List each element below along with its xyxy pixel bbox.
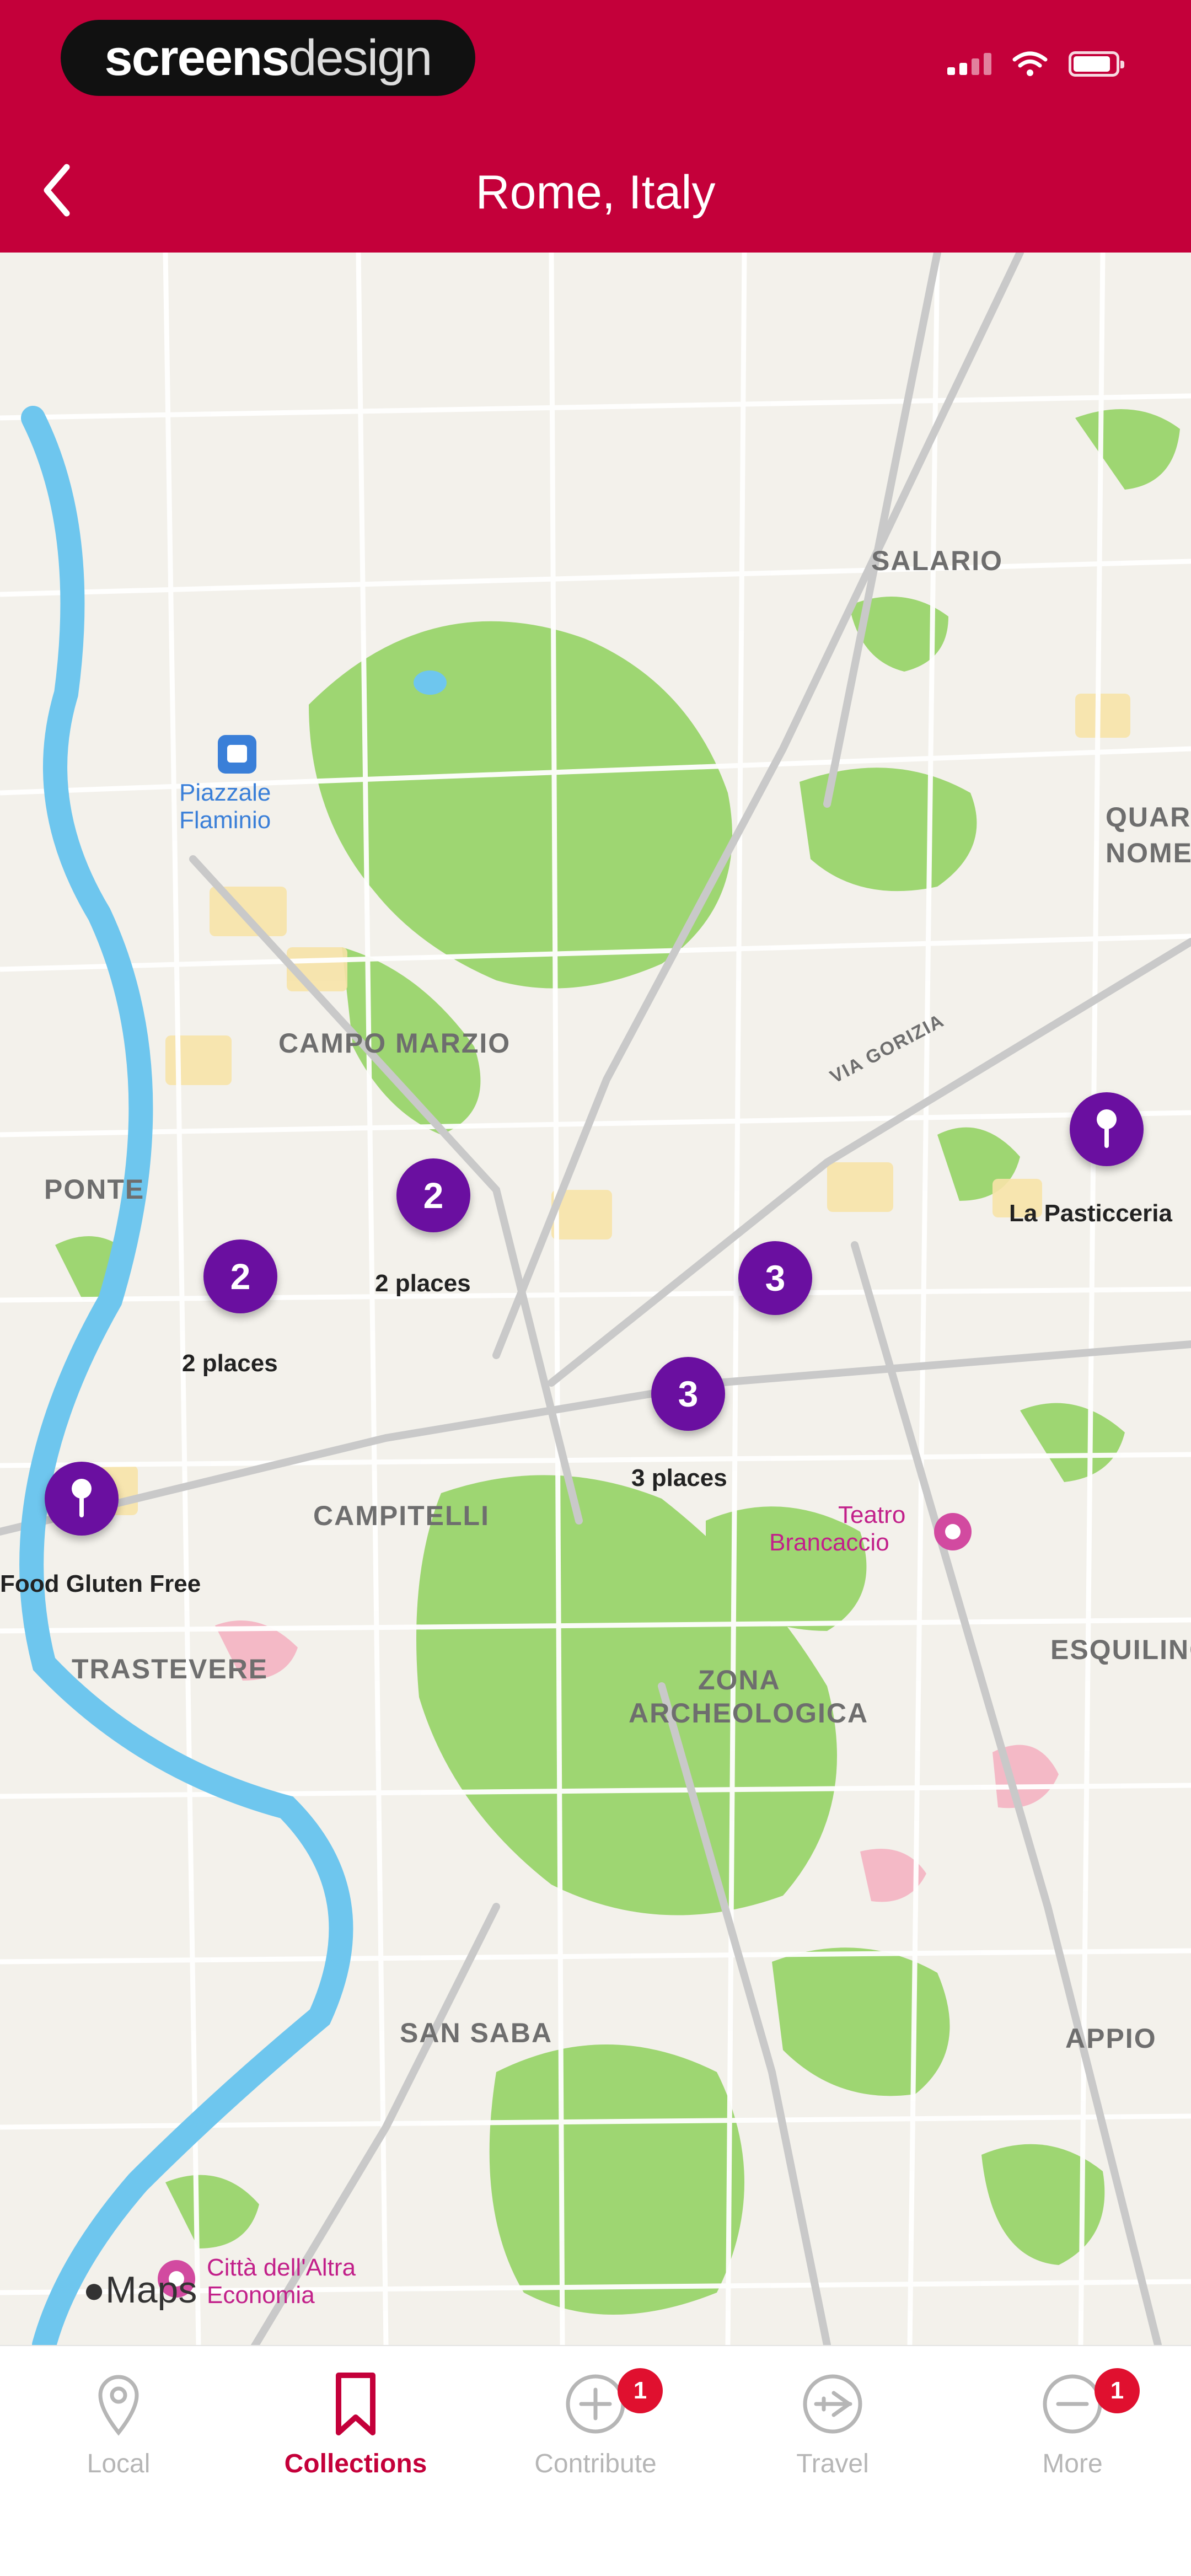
district-label: ESQUILINO bbox=[1050, 1634, 1191, 1665]
poi-label: Piazzale bbox=[179, 779, 271, 806]
map-view[interactable]: SALARIO CAMPO MARZIO PONTE CAMPITELLI TR… bbox=[0, 253, 1191, 2345]
cluster-marker[interactable]: 2 bbox=[203, 1239, 277, 1313]
cluster-marker[interactable]: 3 bbox=[738, 1241, 812, 1315]
pin-icon bbox=[72, 1479, 92, 1517]
page-title: Rome, Italy bbox=[475, 166, 716, 219]
tab-label: More bbox=[1042, 2449, 1103, 2478]
cellular-signal-icon bbox=[947, 53, 991, 75]
district-label: NOME bbox=[1106, 838, 1191, 868]
cluster-marker[interactable]: 3 bbox=[651, 1357, 725, 1431]
plane-circle-icon bbox=[803, 2374, 862, 2434]
tab-label: Local bbox=[87, 2449, 151, 2478]
district-label: QUAR bbox=[1106, 802, 1191, 833]
tab-label: Contribute bbox=[534, 2449, 657, 2478]
poi-label: Economia bbox=[207, 2282, 315, 2309]
tab-local[interactable]: Local bbox=[36, 2363, 201, 2495]
notification-badge: 1 bbox=[618, 2368, 663, 2413]
pin-label: Food Gluten Free bbox=[0, 1570, 201, 1597]
battery-icon bbox=[1069, 51, 1124, 77]
plus-circle-icon bbox=[566, 2374, 625, 2434]
screensdesign-watermark: screens design bbox=[61, 20, 475, 96]
district-label: SALARIO bbox=[871, 545, 1003, 576]
more-circle-icon bbox=[1043, 2374, 1102, 2434]
location-pin-icon bbox=[98, 2375, 139, 2436]
map-base bbox=[0, 253, 1191, 2345]
district-label: SAN SABA bbox=[400, 2017, 553, 2048]
district-label: CAMPO MARZIO bbox=[278, 1028, 511, 1059]
poi-label: Brancaccio bbox=[769, 1529, 889, 1556]
district-label: ARCHEOLOGICA bbox=[629, 1698, 869, 1729]
watermark-part1: screens bbox=[104, 29, 290, 86]
wifi-icon bbox=[1012, 51, 1048, 76]
tab-label: Travel bbox=[796, 2449, 869, 2478]
cluster-label: 3 places bbox=[631, 1464, 727, 1491]
tab-more[interactable]: 1 More bbox=[990, 2363, 1155, 2495]
poi-label: Flaminio bbox=[179, 807, 271, 834]
tab-bar: Local Collections 1 Contribute Travel 1 … bbox=[0, 2345, 1191, 2576]
cluster-label: 2 places bbox=[182, 1350, 278, 1377]
district-label: CAMPITELLI bbox=[313, 1500, 490, 1531]
cluster-marker[interactable]: 2 bbox=[396, 1158, 470, 1232]
header-bar: screens design Rome, Italy bbox=[0, 0, 1191, 253]
poi-label: Teatro bbox=[838, 1501, 906, 1528]
status-bar-icons bbox=[947, 51, 1124, 77]
place-pin[interactable] bbox=[45, 1462, 119, 1536]
watermark-part2: design bbox=[288, 29, 432, 86]
tab-label: Collections bbox=[284, 2449, 427, 2478]
district-label: PONTE bbox=[44, 1174, 145, 1205]
tab-travel[interactable]: Travel bbox=[750, 2363, 915, 2495]
pin-icon bbox=[1097, 1109, 1117, 1148]
apple-maps-attribution[interactable]: ●Maps bbox=[83, 2268, 197, 2311]
tab-collections[interactable]: Collections bbox=[273, 2363, 438, 2495]
bookmark-icon bbox=[336, 2373, 375, 2435]
pin-label: La Pasticceria bbox=[1009, 1200, 1172, 1227]
district-label: APPIO bbox=[1065, 2023, 1157, 2054]
notification-badge: 1 bbox=[1095, 2368, 1140, 2413]
poi-label: Città dell'Altra bbox=[207, 2254, 356, 2281]
tab-contribute[interactable]: 1 Contribute bbox=[513, 2363, 678, 2495]
district-label: ZONA bbox=[698, 1665, 781, 1695]
apple-logo-icon: ● bbox=[83, 2269, 106, 2311]
district-label: TRASTEVERE bbox=[72, 1654, 269, 1684]
place-pin[interactable] bbox=[1070, 1092, 1144, 1166]
cluster-label: 2 places bbox=[375, 1270, 471, 1297]
